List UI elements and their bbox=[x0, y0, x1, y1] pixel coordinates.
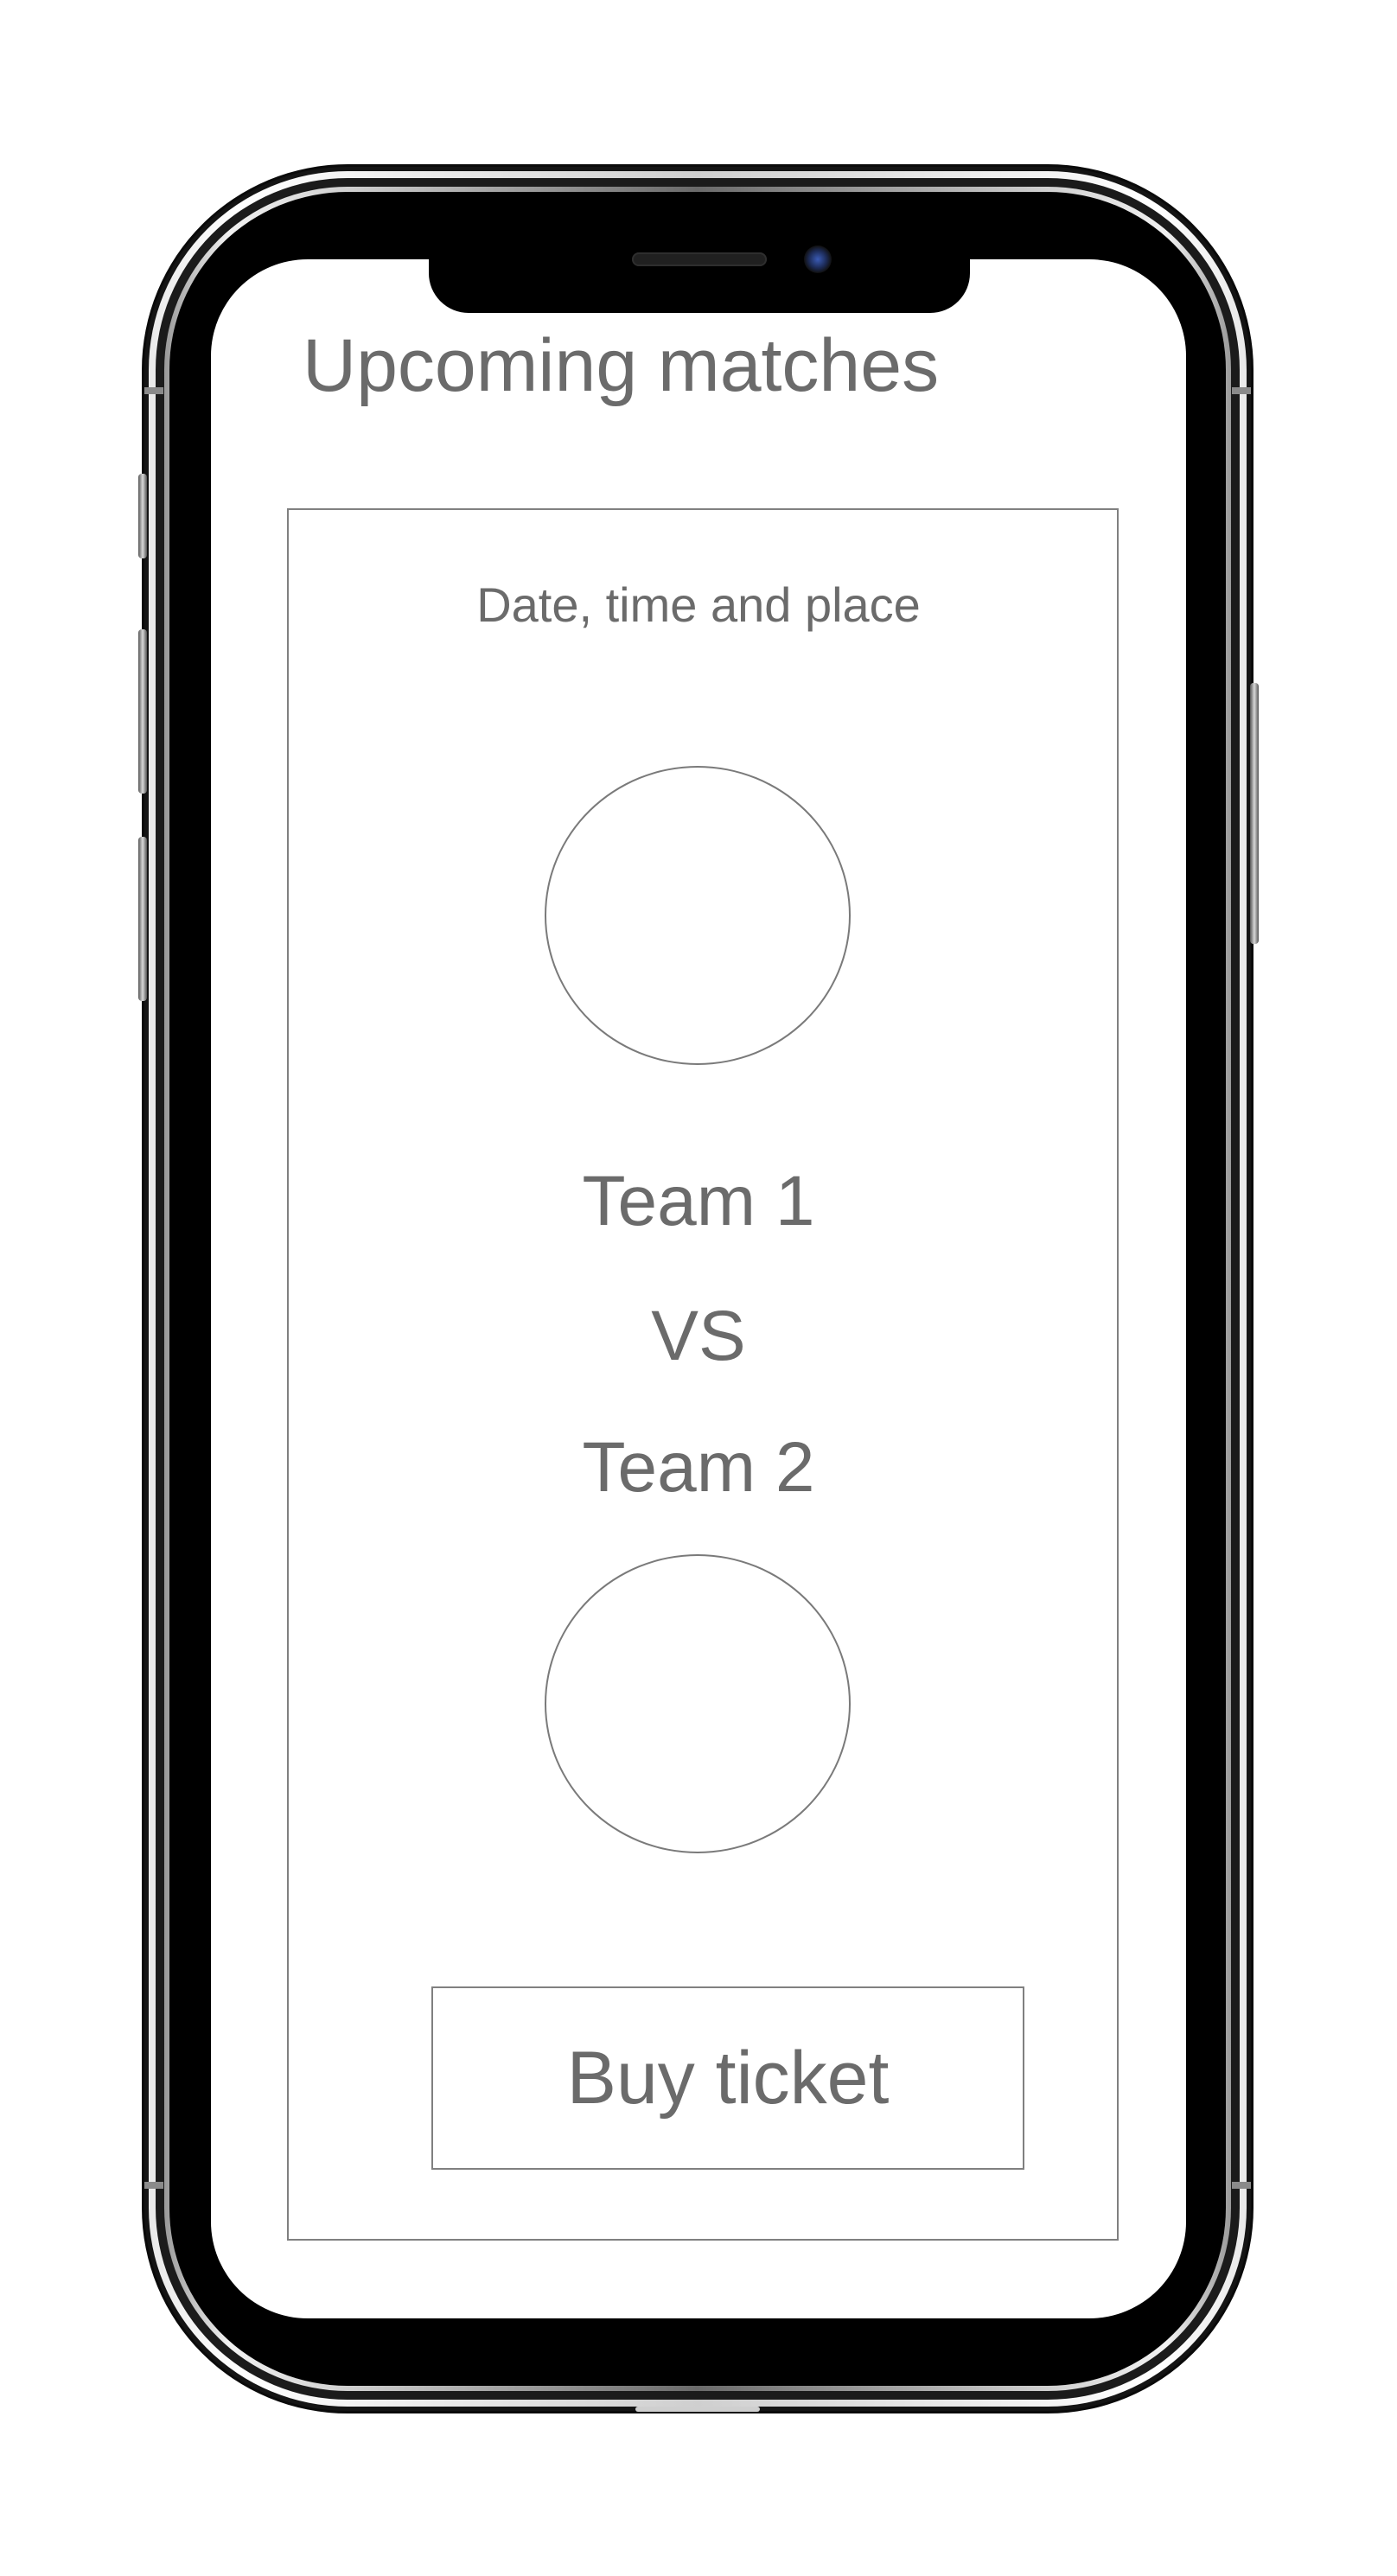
buy-ticket-label: Buy ticket bbox=[566, 2036, 890, 2120]
page-title: Upcoming matches bbox=[303, 324, 940, 407]
antenna-line-right-top bbox=[1232, 387, 1251, 394]
team1-logo bbox=[545, 766, 851, 1065]
antenna-line-left-top bbox=[144, 387, 163, 394]
volume-down-button bbox=[138, 837, 147, 1001]
app-canvas: Upcoming matches Date, time and place Te… bbox=[0, 0, 1397, 2576]
mute-switch bbox=[138, 474, 147, 558]
volume-up-button bbox=[138, 629, 147, 794]
team2-name: Team 2 bbox=[582, 1428, 815, 1507]
team2-logo bbox=[545, 1554, 851, 1853]
power-button bbox=[1250, 683, 1259, 944]
buy-ticket-button[interactable]: Buy ticket bbox=[431, 1986, 1024, 2170]
front-camera-icon bbox=[804, 245, 832, 273]
antenna-line-right-bottom bbox=[1232, 2182, 1251, 2189]
match-date-time-place: Date, time and place bbox=[476, 577, 921, 632]
earpiece-speaker bbox=[632, 252, 767, 266]
team1-name: Team 1 bbox=[582, 1162, 815, 1240]
versus-label: VS bbox=[651, 1297, 746, 1375]
phone-notch bbox=[429, 232, 970, 313]
bottom-edge-highlight bbox=[635, 2407, 760, 2412]
antenna-line-left-bottom bbox=[144, 2182, 163, 2189]
